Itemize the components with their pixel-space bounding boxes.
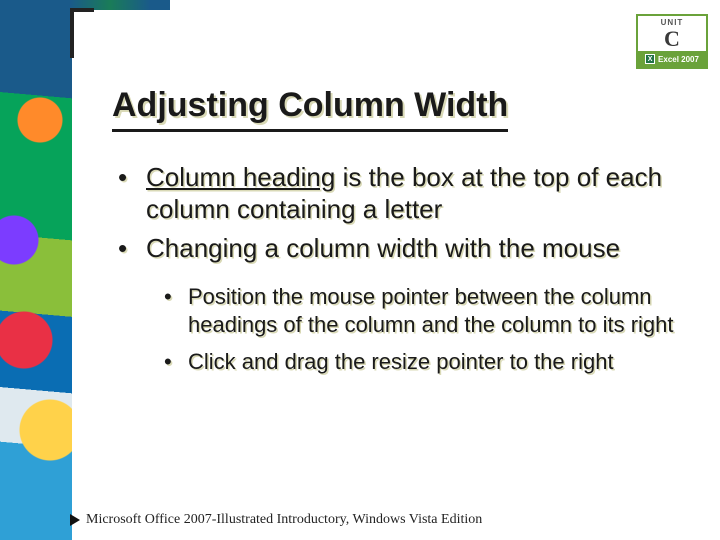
product-name: Excel 2007 xyxy=(658,55,699,64)
slide-content: Column heading is the box at the top of … xyxy=(112,162,692,386)
bullet-level1: Changing a column width with the mouse xyxy=(112,233,692,265)
unit-badge: UNIT C X Excel 2007 xyxy=(636,14,708,69)
footer-text: Microsoft Office 2007-Illustrated Introd… xyxy=(86,512,482,528)
sub-bullet-group: Position the mouse pointer between the c… xyxy=(162,283,692,376)
corner-rule-horizontal xyxy=(70,8,94,12)
bullet-level2: Click and drag the resize pointer to the… xyxy=(162,348,692,376)
slide-footer: Microsoft Office 2007-Illustrated Introd… xyxy=(70,512,482,528)
bullet-level2: Position the mouse pointer between the c… xyxy=(162,283,692,338)
bullet-text: Changing a column width with the mouse xyxy=(146,233,620,263)
unit-letter: C xyxy=(638,27,706,51)
bullet-level1: Column heading is the box at the top of … xyxy=(112,162,692,225)
decorative-art-strip xyxy=(0,0,72,540)
corner-rule-vertical xyxy=(70,8,74,58)
excel-icon: X xyxy=(645,54,655,64)
product-row: X Excel 2007 xyxy=(638,51,706,67)
slide-title: Adjusting Column Width xyxy=(112,86,508,132)
bullet-text: Click and drag the resize pointer to the… xyxy=(188,349,614,374)
bullet-text: Position the mouse pointer between the c… xyxy=(188,284,674,337)
term-underlined: Column heading xyxy=(146,162,335,192)
triangle-icon xyxy=(70,514,80,526)
